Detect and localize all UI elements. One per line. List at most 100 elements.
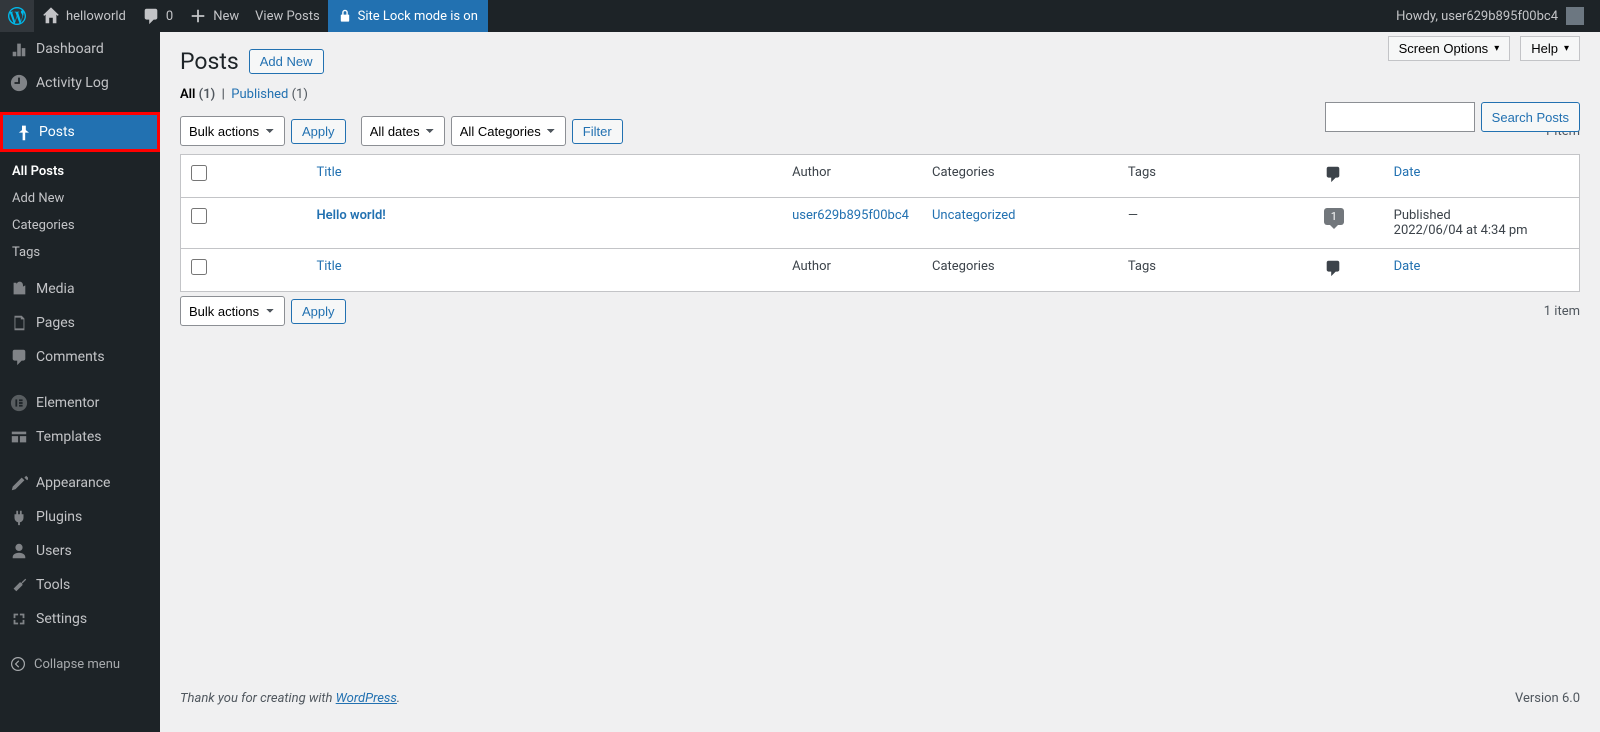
sidebar-item-posts[interactable]: Posts bbox=[3, 115, 157, 149]
screen-options-button[interactable]: Screen Options bbox=[1388, 36, 1511, 61]
sidebar-item-templates[interactable]: Templates bbox=[0, 420, 160, 454]
col-title[interactable]: Title bbox=[316, 165, 341, 180]
submenu-categories[interactable]: Categories bbox=[0, 212, 160, 239]
lock-icon bbox=[338, 9, 352, 23]
submenu-tags[interactable]: Tags bbox=[0, 239, 160, 266]
comments-icon bbox=[10, 348, 28, 366]
col-date-foot[interactable]: Date bbox=[1394, 259, 1421, 274]
sidebar-label: Users bbox=[36, 543, 72, 559]
account-menu[interactable]: Howdy, user629b895f00bc4 bbox=[1388, 0, 1592, 32]
sidebar-item-plugins[interactable]: Plugins bbox=[0, 500, 160, 534]
row-checkbox[interactable] bbox=[191, 208, 207, 224]
footer-thanks: Thank you for creating with WordPress. bbox=[180, 691, 400, 706]
select-all-top[interactable] bbox=[191, 165, 207, 181]
collapse-menu[interactable]: Collapse menu bbox=[0, 648, 160, 680]
submenu-add-new[interactable]: Add New bbox=[0, 185, 160, 212]
pages-icon bbox=[10, 314, 28, 332]
view-all[interactable]: All (1) bbox=[180, 87, 215, 102]
comments-col-icon-foot[interactable] bbox=[1324, 266, 1342, 281]
col-author-foot: Author bbox=[782, 249, 922, 292]
topbar-left: helloworld 0 New View Posts Site Lock mo… bbox=[0, 0, 488, 32]
content-area: Screen Options Help Posts Add New All (1… bbox=[160, 32, 1600, 732]
topbar-view-posts-label: View Posts bbox=[255, 9, 320, 24]
plugin-icon bbox=[10, 508, 28, 526]
search-input[interactable] bbox=[1325, 102, 1475, 132]
view-published[interactable]: Published (1) bbox=[231, 87, 308, 102]
topbar-new[interactable]: New bbox=[181, 0, 247, 32]
topbar-comments[interactable]: 0 bbox=[134, 0, 181, 32]
users-icon bbox=[10, 542, 28, 560]
row-date: Published2022/06/04 at 4:34 pm bbox=[1384, 198, 1580, 249]
sidebar-label: Activity Log bbox=[36, 75, 109, 91]
bulk-actions-select[interactable]: Bulk actions bbox=[180, 116, 285, 146]
dates-select[interactable]: All dates bbox=[361, 116, 445, 146]
tools-icon bbox=[10, 576, 28, 594]
elementor-icon bbox=[10, 394, 28, 412]
highlight-box-posts: Posts bbox=[0, 112, 160, 152]
home-icon bbox=[42, 7, 60, 25]
sidebar-label: Pages bbox=[36, 315, 75, 331]
comments-col-icon[interactable] bbox=[1324, 172, 1342, 187]
topbar-view-posts[interactable]: View Posts bbox=[247, 0, 328, 32]
posts-submenu: All Posts Add New Categories Tags bbox=[0, 152, 160, 272]
plus-icon bbox=[189, 7, 207, 25]
top-actions: Screen Options Help bbox=[1388, 36, 1580, 61]
pin-icon bbox=[13, 123, 31, 141]
admin-topbar: helloworld 0 New View Posts Site Lock mo… bbox=[0, 0, 1600, 32]
sidebar-label: Comments bbox=[36, 349, 105, 365]
appearance-icon bbox=[10, 474, 28, 492]
collapse-label: Collapse menu bbox=[34, 657, 120, 672]
categories-select[interactable]: All Categories bbox=[451, 116, 566, 146]
sidebar-item-appearance[interactable]: Appearance bbox=[0, 466, 160, 500]
wp-logo[interactable] bbox=[0, 0, 34, 32]
sidebar-item-dashboard[interactable]: Dashboard bbox=[0, 32, 160, 66]
sidebar-item-comments[interactable]: Comments bbox=[0, 340, 160, 374]
templates-icon bbox=[10, 428, 28, 446]
row-author-link[interactable]: user629b895f00bc4 bbox=[792, 208, 909, 223]
row-category-link[interactable]: Uncategorized bbox=[932, 208, 1015, 223]
help-button[interactable]: Help bbox=[1520, 36, 1580, 61]
sidebar-item-users[interactable]: Users bbox=[0, 534, 160, 568]
col-author: Author bbox=[782, 155, 922, 198]
bulk-actions-select-bottom[interactable]: Bulk actions bbox=[180, 296, 285, 326]
sidebar-item-elementor[interactable]: Elementor bbox=[0, 386, 160, 420]
sidebar-label: Templates bbox=[36, 429, 102, 445]
table-row: Hello world! user629b895f00bc4 Uncategor… bbox=[181, 198, 1580, 249]
wordpress-icon bbox=[8, 7, 26, 25]
sitelock-indicator[interactable]: Site Lock mode is on bbox=[328, 0, 488, 32]
add-new-button[interactable]: Add New bbox=[249, 49, 324, 74]
sidebar-item-activity[interactable]: Activity Log bbox=[0, 66, 160, 100]
search-button[interactable]: Search Posts bbox=[1481, 102, 1580, 132]
submenu-all-posts[interactable]: All Posts bbox=[0, 158, 160, 185]
col-title-foot[interactable]: Title bbox=[316, 259, 341, 274]
main: Dashboard Activity Log Posts All Posts A… bbox=[0, 32, 1600, 732]
sidebar-item-pages[interactable]: Pages bbox=[0, 306, 160, 340]
col-date[interactable]: Date bbox=[1394, 165, 1421, 180]
col-categories: Categories bbox=[922, 155, 1118, 198]
footer-wp-link[interactable]: WordPress bbox=[336, 691, 397, 706]
site-link[interactable]: helloworld bbox=[34, 0, 134, 32]
clock-icon bbox=[10, 74, 28, 92]
sitelock-label: Site Lock mode is on bbox=[358, 9, 478, 24]
sidebar-item-media[interactable]: Media bbox=[0, 272, 160, 306]
sidebar-label: Appearance bbox=[36, 475, 110, 491]
sidebar-label: Settings bbox=[36, 611, 87, 627]
sidebar-label: Posts bbox=[39, 124, 75, 140]
separator: | bbox=[222, 87, 225, 102]
row-comment-count[interactable]: 1 bbox=[1324, 208, 1344, 225]
dashboard-icon bbox=[10, 40, 28, 58]
comment-icon bbox=[142, 7, 160, 25]
apply-button-bottom[interactable]: Apply bbox=[291, 299, 346, 324]
sidebar-label: Plugins bbox=[36, 509, 82, 525]
tablenav-bottom: Bulk actions Apply 1 item bbox=[180, 296, 1580, 326]
row-title-link[interactable]: Hello world! bbox=[316, 208, 385, 223]
apply-button-top[interactable]: Apply bbox=[291, 119, 346, 144]
settings-icon bbox=[10, 610, 28, 628]
select-all-bottom[interactable] bbox=[191, 259, 207, 275]
list-views: All (1) | Published (1) bbox=[180, 87, 1580, 102]
sidebar-item-settings[interactable]: Settings bbox=[0, 602, 160, 636]
posts-table: Title Author Categories Tags Date Hello … bbox=[180, 154, 1580, 292]
sidebar-label: Media bbox=[36, 281, 75, 297]
sidebar-item-tools[interactable]: Tools bbox=[0, 568, 160, 602]
filter-button[interactable]: Filter bbox=[572, 119, 623, 144]
